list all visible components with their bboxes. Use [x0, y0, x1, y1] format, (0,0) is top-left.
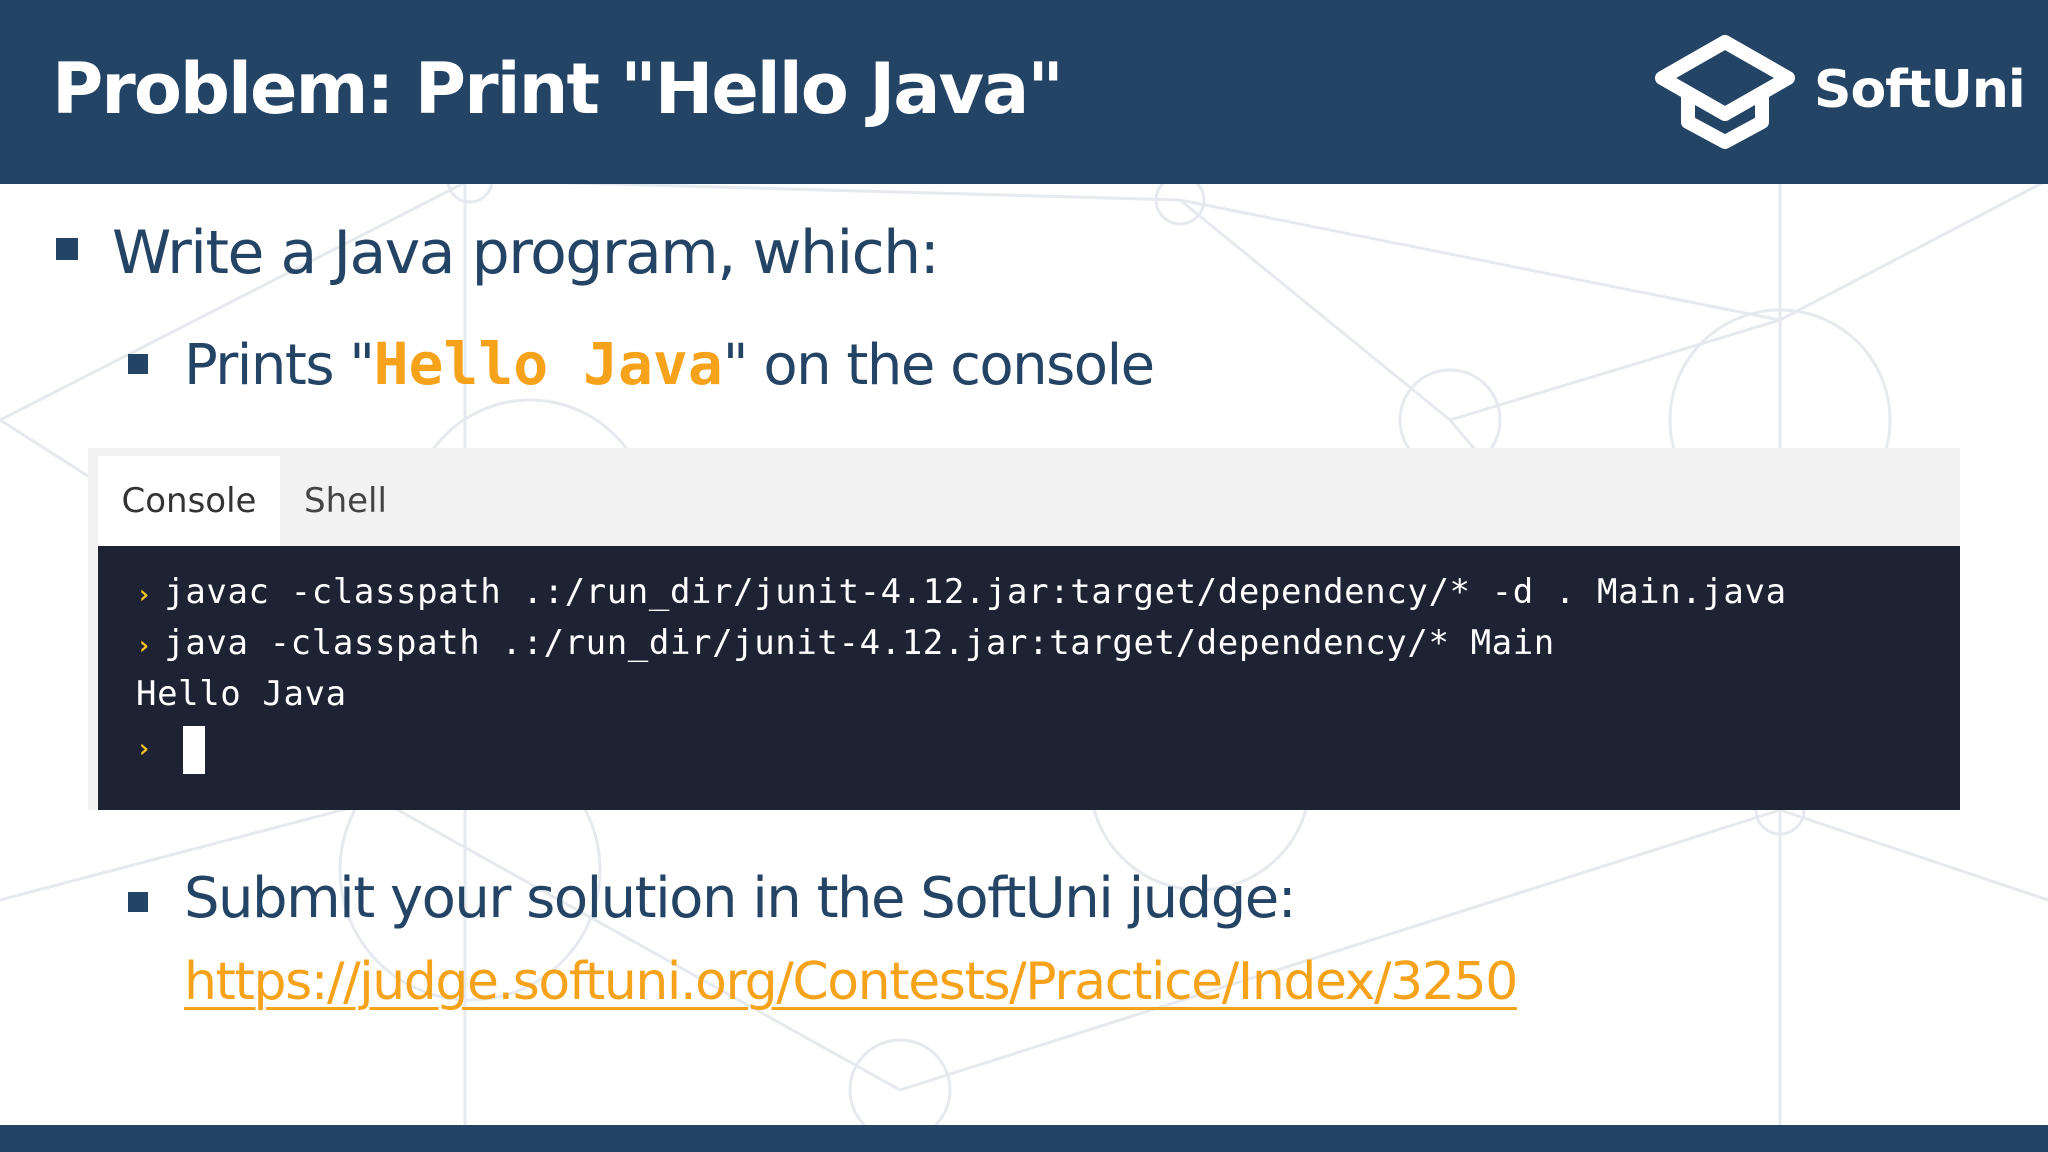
bullet-text-1: Write a Java program, which: [112, 218, 940, 288]
terminal-line: › [136, 726, 164, 766]
slide-header: Problem: Print "Hello Java" SoftUni [0, 0, 2048, 184]
terminal-output[interactable]: › javac -classpath .:/run_dir/junit-4.12.… [98, 546, 1960, 810]
terminal-output-line: Hello Java [136, 674, 347, 714]
terminal-line: › java -classpath .:/run_dir/junit-4.12.j… [136, 623, 1555, 663]
bullet-text-2-prefix: Prints " [184, 333, 375, 398]
command-text: java -classpath .:/run_dir/junit-4.12.ja… [164, 623, 1555, 663]
bullet-text-2-suffix: " on the console [722, 333, 1155, 398]
prompt-chevron-icon: › [136, 580, 153, 610]
graduation-cap-icon [1655, 35, 1795, 149]
bullet-text-2: Prints "Hello Java" on the console [184, 330, 1155, 398]
slide-title: Problem: Print "Hello Java" [52, 48, 1064, 130]
footer-bar [0, 1125, 2048, 1152]
command-text: javac -classpath .:/run_dir/junit-4.12.j… [164, 572, 1787, 612]
square-bullet-icon [128, 354, 148, 374]
prompt-chevron-icon: › [136, 734, 153, 764]
tab-console[interactable]: Console [98, 456, 280, 546]
square-bullet-icon [128, 892, 148, 912]
square-bullet-icon [56, 238, 78, 260]
terminal-line: › javac -classpath .:/run_dir/junit-4.12.… [136, 572, 1787, 612]
prompt-chevron-icon: › [136, 631, 153, 661]
tab-shell[interactable]: Shell [304, 456, 424, 546]
judge-link[interactable]: https://judge.softuni.org/Contests/Pract… [184, 952, 1518, 1012]
hello-java-highlight: Hello Java [373, 330, 723, 398]
terminal-cursor [183, 726, 205, 774]
console-panel: Console Shell › javac -classpath .:/run_d… [88, 448, 1960, 810]
softuni-logo: SoftUni [1650, 30, 2026, 150]
logo-text: SoftUni [1814, 60, 2026, 120]
bullet-text-3: Submit your solution in the SoftUni judg… [184, 866, 1297, 931]
